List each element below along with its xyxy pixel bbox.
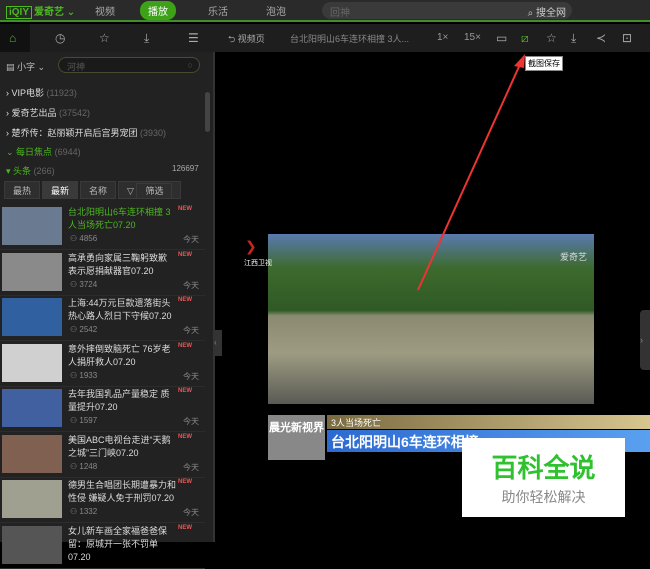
annotation-arrow [417,54,525,291]
